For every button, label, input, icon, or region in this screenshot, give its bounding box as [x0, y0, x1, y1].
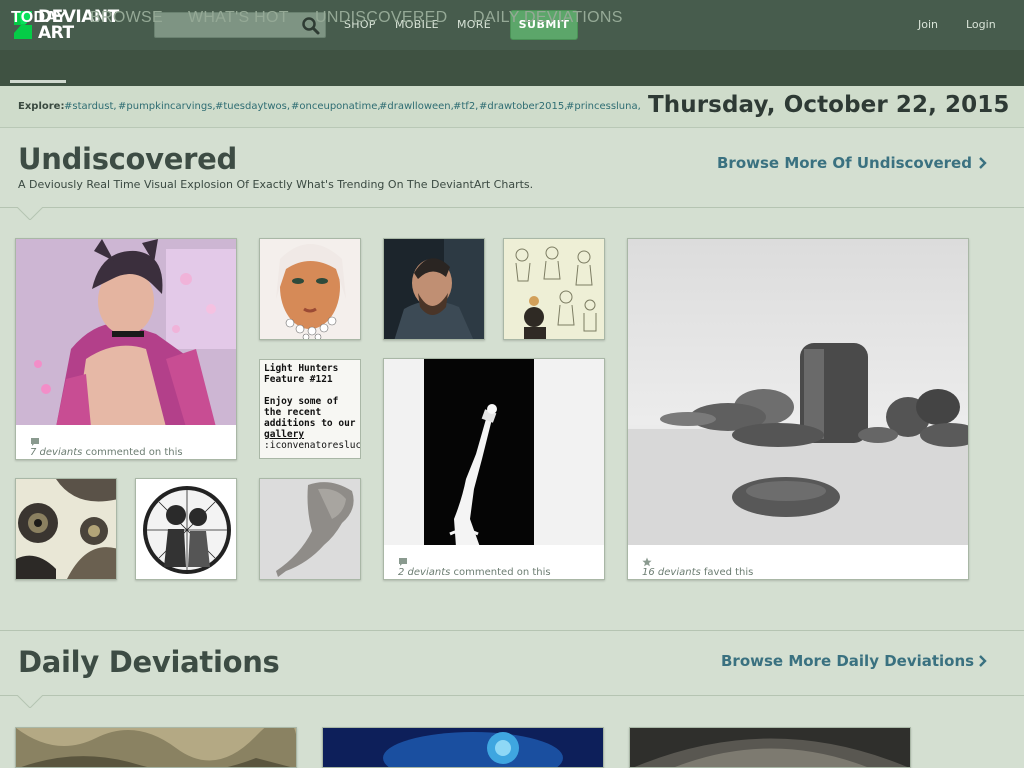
deviation-card-catboy[interactable]: 7 deviants commented on this [15, 238, 237, 460]
deviant-count[interactable]: 7 deviants [30, 447, 82, 458]
deviation-thumbnail[interactable] [136, 479, 237, 580]
deviation-card-portrait[interactable] [259, 238, 361, 340]
deviation-thumbnail[interactable] [16, 239, 237, 427]
comment-icon [31, 438, 39, 446]
card-action: commented on this [453, 567, 551, 578]
deviant-count[interactable]: 2 deviants [398, 567, 450, 578]
daily-deviations-title: Daily Deviations [18, 645, 280, 679]
deviation-card-bearded-man[interactable] [383, 238, 485, 340]
deviation-thumbnail[interactable] [504, 239, 605, 340]
comment-icon [399, 558, 407, 566]
tab-whats-hot[interactable]: WHAT'S HOT [188, 9, 289, 27]
section-divider [0, 630, 1024, 631]
explore-tag[interactable]: #pumpkincarvings, [118, 101, 216, 112]
tab-today[interactable]: TODAY [11, 9, 67, 27]
card-footer: 2 deviants commented on this [384, 545, 604, 579]
login-link[interactable]: Login [966, 18, 996, 31]
section-notch [17, 695, 43, 708]
undiscovered-title: Undiscovered [18, 142, 237, 176]
text-card-user[interactable]: :iconvenatoreslucis: [264, 440, 360, 451]
daily-deviation-card[interactable] [15, 727, 297, 768]
deviation-thumbnail[interactable] [384, 239, 485, 340]
active-tab-indicator [10, 80, 66, 83]
section-divider [0, 695, 1024, 696]
deviation-thumbnail[interactable] [260, 479, 361, 580]
explore-tag[interactable]: #princessluna, [566, 101, 641, 112]
undiscovered-subtitle: A Deviously Real Time Visual Explosion O… [18, 178, 534, 191]
tab-daily-deviations[interactable]: DAILY DEVIATIONS [473, 9, 623, 27]
browse-more-undiscovered-link[interactable]: Browse More Of Undiscovered [717, 154, 972, 172]
chevron-right-icon[interactable] [978, 655, 988, 667]
browse-more-daily-link[interactable]: Browse More Daily Deviations [721, 652, 974, 670]
deviation-thumbnail[interactable] [630, 728, 911, 768]
card-footer: 16 deviants faved this [628, 545, 968, 579]
deviation-thumbnail[interactable] [628, 239, 969, 545]
daily-deviation-card[interactable] [322, 727, 604, 768]
chevron-right-icon[interactable] [978, 157, 988, 169]
explore-tag[interactable]: #stardust, [64, 101, 117, 112]
tab-bar [0, 50, 1024, 86]
daily-deviation-card[interactable] [629, 727, 911, 768]
deviation-thumbnail[interactable] [16, 479, 117, 580]
text-card-body: Enjoy some of the recent additions to ou… [264, 396, 356, 429]
section-divider [0, 207, 1024, 208]
explore-label: Explore: [18, 101, 65, 112]
explore-tag[interactable]: #drawtober2015, [479, 101, 567, 112]
logo-text-line2: ART [38, 23, 74, 43]
gallery-link[interactable]: gallery [264, 429, 304, 440]
deviation-card-comic[interactable] [135, 478, 237, 580]
section-notch [17, 207, 43, 220]
tab-undiscovered[interactable]: UNDISCOVERED [315, 9, 448, 27]
explore-tag[interactable]: #drawlloween, [379, 101, 454, 112]
deviation-card-rocks[interactable]: 16 deviants faved this [627, 238, 969, 580]
tab-browse[interactable]: BROWSE [90, 9, 163, 27]
explore-tag[interactable]: #tf2, [453, 101, 478, 112]
deviation-card-sculpture[interactable] [259, 478, 361, 580]
date-heading: Thursday, October 22, 2015 [648, 92, 1010, 118]
join-link[interactable]: Join [918, 18, 938, 31]
deviation-card-sketches[interactable] [503, 238, 605, 340]
text-card-light-hunters[interactable]: Light Hunters Feature #121 Enjoy some of… [259, 359, 361, 459]
deviation-thumbnail[interactable] [16, 728, 297, 768]
deviation-thumbnail[interactable] [384, 359, 605, 547]
explore-tag[interactable]: #tuesdaytwos, [215, 101, 290, 112]
deviation-card-fractal[interactable] [15, 478, 117, 580]
star-icon [642, 557, 652, 567]
deviation-thumbnail[interactable] [323, 728, 604, 768]
text-card-title: Light Hunters Feature #121 [264, 363, 339, 385]
deviant-count[interactable]: 16 deviants [642, 567, 701, 578]
card-action: faved this [703, 567, 754, 578]
card-footer: 7 deviants commented on this [16, 425, 236, 459]
card-action: commented on this [85, 447, 183, 458]
deviation-card-torch[interactable]: 2 deviants commented on this [383, 358, 605, 580]
explore-tag[interactable]: #onceuponatime, [291, 101, 381, 112]
deviation-thumbnail[interactable] [260, 239, 361, 340]
